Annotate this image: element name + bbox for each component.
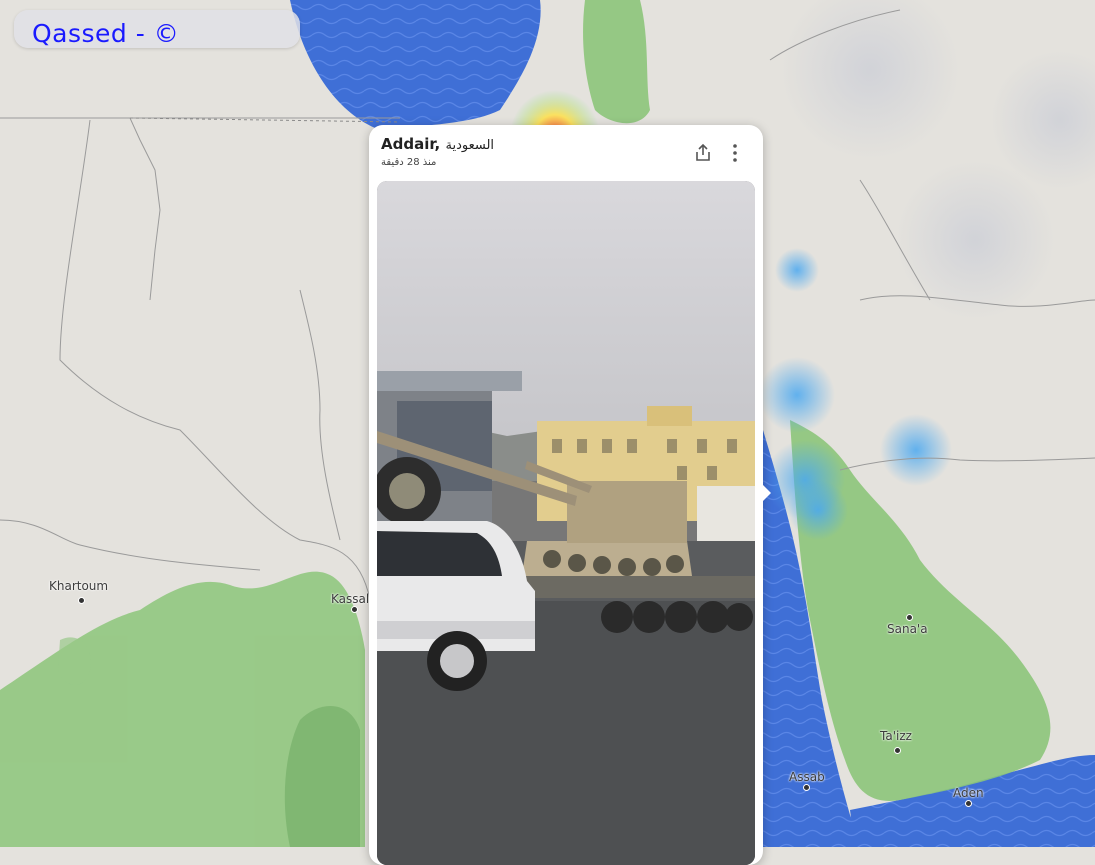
sanaa-marker xyxy=(906,614,913,621)
map-label-taizz[interactable]: Ta'izz xyxy=(880,729,912,743)
assab-marker xyxy=(803,784,810,791)
watermark-text: Qassed - © xyxy=(32,19,180,48)
map-label-khartoum[interactable]: Khartoum xyxy=(49,579,108,593)
map-label-kassala[interactable]: Kassal xyxy=(331,592,369,606)
card-place: Addair, xyxy=(381,135,441,153)
watermark-badge: Qassed - © xyxy=(14,10,300,48)
map-label-aden[interactable]: Aden xyxy=(953,786,984,800)
card-title: Addair, السعودية xyxy=(381,135,494,153)
share-icon xyxy=(696,143,710,161)
aden-marker xyxy=(965,800,972,807)
heat-spot xyxy=(759,357,835,433)
kassala-marker xyxy=(351,606,358,613)
card-pointer xyxy=(761,483,771,503)
map-label-sanaa[interactable]: Sana'a xyxy=(887,622,928,636)
taizz-marker xyxy=(894,747,901,754)
video-frame-illustration xyxy=(377,181,755,865)
video-thumbnail[interactable] xyxy=(377,181,755,865)
card-timestamp: منذ 28 دقيقة xyxy=(381,157,437,168)
map-label-assab[interactable]: Assab xyxy=(789,770,825,784)
more-vert-icon xyxy=(733,144,737,162)
heat-spot xyxy=(880,414,952,486)
heat-spot xyxy=(775,248,819,292)
khartoum-marker xyxy=(78,597,85,604)
event-popup-card[interactable]: Addair, السعودية منذ 28 دقيقة xyxy=(369,125,763,865)
heat-spot xyxy=(788,480,848,540)
card-country: السعودية xyxy=(445,138,495,153)
more-options-button[interactable] xyxy=(723,141,747,165)
share-button[interactable] xyxy=(691,141,715,165)
